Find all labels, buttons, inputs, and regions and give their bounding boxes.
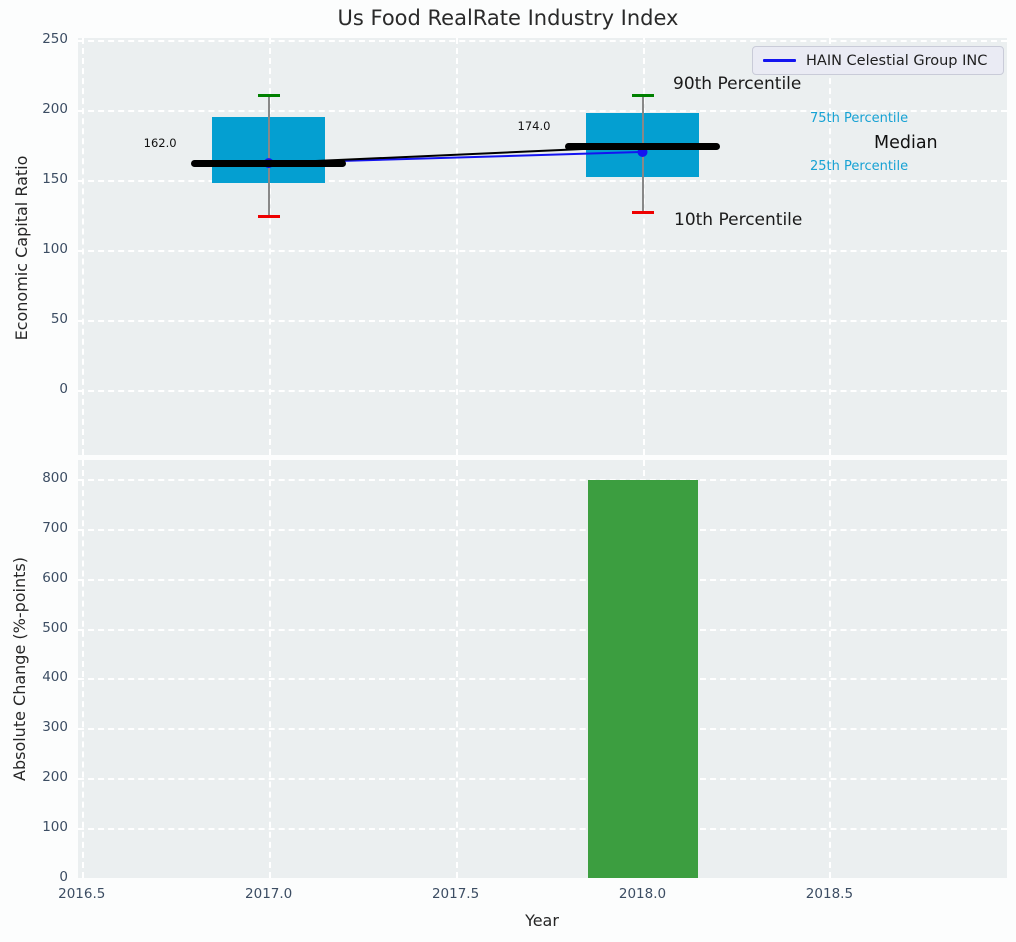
p75-label: 75th Percentile xyxy=(810,111,909,126)
x-tick-label: 2018.5 xyxy=(805,886,854,902)
h-gridline xyxy=(78,778,1007,781)
v-gridline xyxy=(829,460,832,878)
p10-label: 10th Percentile xyxy=(674,210,803,230)
x-tick-label: 2018.0 xyxy=(618,886,667,902)
bottom-y-tick-label: 600 xyxy=(42,569,68,586)
median-label: Median xyxy=(874,133,938,153)
top-y-tick-label: 150 xyxy=(42,170,68,187)
h-gridline xyxy=(78,678,1007,681)
h-gridline xyxy=(78,728,1007,731)
h-gridline xyxy=(78,478,1007,481)
bottom-y-tick-label: 500 xyxy=(42,619,68,636)
bottom-y-tick-label: 200 xyxy=(42,769,68,786)
top-y-tick-label: 50 xyxy=(50,310,68,327)
bottom-y-tick-label: 300 xyxy=(42,719,68,736)
median-segment xyxy=(565,142,720,150)
line-series-layer xyxy=(263,145,648,169)
v-gridline xyxy=(81,460,84,878)
h-gridline xyxy=(78,578,1007,581)
bottom-y-tick-label: 0 xyxy=(59,869,68,885)
chart-title: Us Food RealRate Industry Index xyxy=(337,6,679,30)
median-value-annotation: 162.0 xyxy=(143,136,177,151)
legend-label: HAIN Celestial Group INC xyxy=(806,52,988,69)
top-y-tick-label: 0 xyxy=(59,380,68,397)
x-tick-label: 2016.5 xyxy=(58,886,106,902)
top-y-tick-label: 100 xyxy=(42,240,68,257)
p90-label: 90th Percentile xyxy=(673,74,802,94)
bottom-y-tick-label: 700 xyxy=(42,519,68,536)
x-tick-label: 2017.0 xyxy=(245,886,293,902)
change-bar xyxy=(587,480,698,878)
legend: HAIN Celestial Group INC xyxy=(752,46,1004,75)
median-segment xyxy=(191,159,347,167)
bottom-y-tick-label: 100 xyxy=(42,819,68,836)
h-gridline xyxy=(78,828,1007,831)
bottom-y-tick-label: 400 xyxy=(42,669,68,686)
top-y-tick-label: 250 xyxy=(42,30,68,47)
median-value-annotation: 174.0 xyxy=(517,119,551,134)
p25-label: 25th Percentile xyxy=(810,159,909,174)
x-tick-label: 2017.5 xyxy=(431,886,480,902)
top-axes xyxy=(78,38,1007,455)
bottom-y-tick-label: 800 xyxy=(42,469,68,486)
v-gridline xyxy=(455,460,458,878)
v-gridline xyxy=(268,460,271,878)
top-y-tick-label: 200 xyxy=(42,100,68,117)
h-gridline xyxy=(78,628,1007,631)
figure: Us Food RealRate Industry Index Economic… xyxy=(0,0,1016,942)
bottom-axes xyxy=(78,460,1007,878)
h-gridline xyxy=(78,528,1007,531)
x-axis-label: Year xyxy=(525,911,559,930)
legend-line-swatch xyxy=(763,59,796,62)
